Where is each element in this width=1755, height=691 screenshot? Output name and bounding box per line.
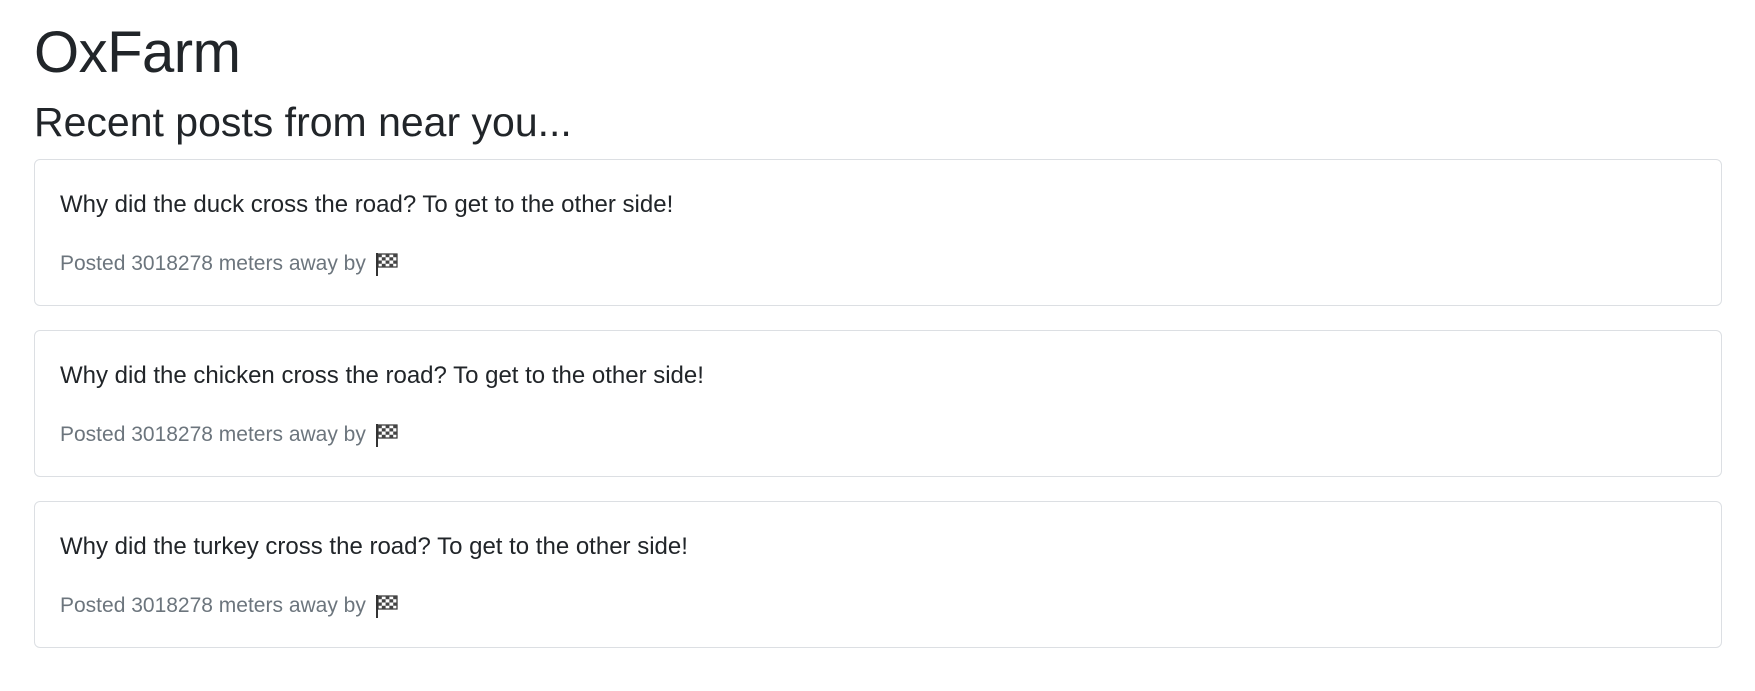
post-card: Why did the turkey cross the road? To ge…: [34, 501, 1722, 648]
post-meta: Posted 3018278 meters away by: [60, 251, 400, 277]
post-list: Why did the duck cross the road? To get …: [34, 159, 1722, 672]
chequered-flag-icon: [374, 593, 400, 619]
post-text: Why did the turkey cross the road? To ge…: [60, 533, 688, 560]
post-meta-label: Posted 3018278 meters away by: [60, 423, 366, 446]
post-meta: Posted 3018278 meters away by: [60, 593, 400, 619]
site-title: OxFarm: [34, 20, 241, 85]
chequered-flag-icon: [374, 251, 400, 277]
post-text: Why did the duck cross the road? To get …: [60, 191, 674, 218]
section-title: Recent posts from near you...: [34, 99, 572, 145]
post-card: Why did the chicken cross the road? To g…: [34, 330, 1722, 477]
post-meta: Posted 3018278 meters away by: [60, 422, 400, 448]
post-meta-label: Posted 3018278 meters away by: [60, 252, 366, 275]
post-text: Why did the chicken cross the road? To g…: [60, 362, 704, 389]
chequered-flag-icon: [374, 422, 400, 448]
post-meta-label: Posted 3018278 meters away by: [60, 594, 366, 617]
post-card: Why did the duck cross the road? To get …: [34, 159, 1722, 306]
